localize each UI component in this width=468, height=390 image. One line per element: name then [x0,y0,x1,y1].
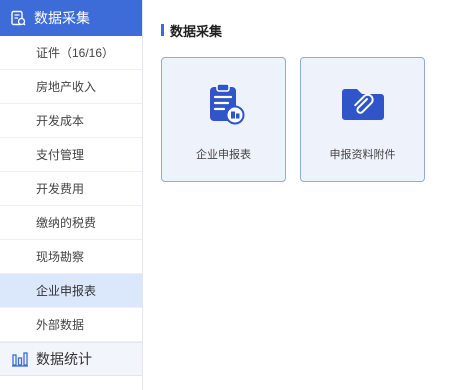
sidebar-item-development-expenses[interactable]: 开发费用 [0,172,142,206]
title-accent-bar [161,24,164,36]
section-title: 数据采集 [161,22,223,39]
section-title-label: 数据采集 [170,23,223,39]
sidebar-item-certificates[interactable]: 证件（16/16） [0,36,142,70]
card-declaration-attachments[interactable]: 申报资料附件 [300,57,425,182]
sidebar-header-data-collection[interactable]: 数据采集 [0,0,142,36]
sidebar-item-site-survey[interactable]: 现场勘察 [0,240,142,274]
sidebar-item-payment-management[interactable]: 支付管理 [0,138,142,172]
clipboard-report-icon [200,80,248,128]
sidebar-item-enterprise-report[interactable]: 企业申报表 [0,274,142,308]
card-enterprise-report-label: 企业申报表 [196,149,251,161]
paperclip-folder-icon [339,80,387,128]
bar-chart-icon [12,351,28,367]
sidebar: 数据采集 证件（16/16） 房地产收入 开发成本 支付管理 开发费用 缴纳的税… [0,0,143,390]
sidebar-menu: 证件（16/16） 房地产收入 开发成本 支付管理 开发费用 缴纳的税费 现场勘… [0,36,142,342]
card-declaration-attachments-label: 申报资料附件 [329,149,396,161]
sidebar-item-real-estate-income[interactable]: 房地产收入 [0,70,142,104]
data-collect-icon [10,10,26,26]
sidebar-item-taxes-paid[interactable]: 缴纳的税费 [0,206,142,240]
sidebar-item-data-statistics[interactable]: 数据统计 [0,342,142,376]
sidebar-header-label: 数据采集 [34,10,90,26]
sidebar-item-development-cost[interactable]: 开发成本 [0,104,142,138]
main-content: 数据采集 企业申报表 申报资料附件 [143,0,468,390]
sidebar-item-external-data[interactable]: 外部数据 [0,308,142,342]
card-enterprise-report[interactable]: 企业申报表 [161,57,286,182]
sidebar-footer-label: 数据统计 [36,351,92,367]
